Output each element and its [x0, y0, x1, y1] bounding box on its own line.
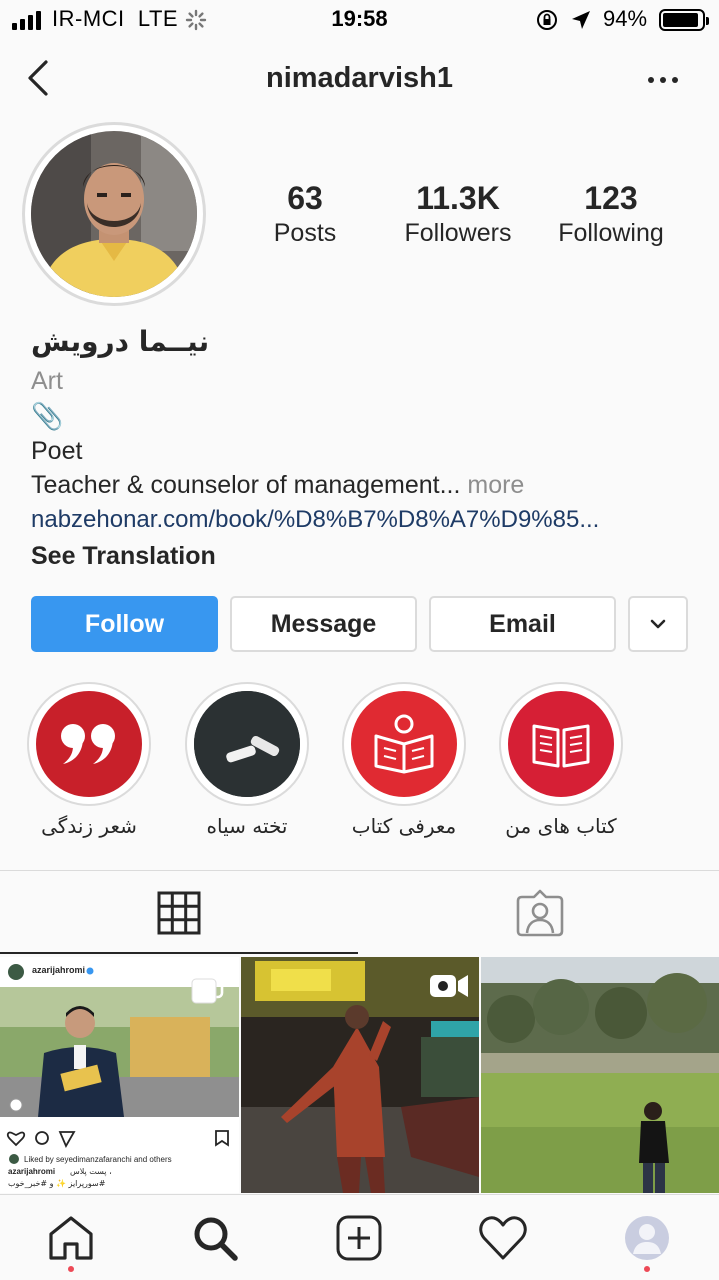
rotation-lock-icon: [537, 10, 557, 30]
profile-username: nimadarvish1: [266, 62, 453, 94]
posts-stat[interactable]: 63 Posts: [240, 180, 370, 248]
tab-grid[interactable]: [0, 872, 358, 954]
quote-icon: [36, 691, 142, 797]
highlight-ring: [185, 682, 309, 806]
message-button[interactable]: Message: [230, 596, 417, 652]
bio-text: Teacher & counselor of management...: [31, 471, 461, 499]
posts-label: Posts: [273, 219, 337, 247]
highlight-label: معرفی کتاب: [351, 814, 457, 838]
bio-line-teacher: Teacher & counselor of management... mor…: [31, 468, 691, 502]
more-options-icon[interactable]: [648, 70, 682, 90]
nav-activity[interactable]: [478, 1213, 528, 1263]
home-icon: [49, 1216, 93, 1260]
highlight-label: تخته سیاه: [206, 814, 288, 838]
profile-activity-dot: [644, 1266, 650, 1272]
grid-icon: [157, 891, 201, 935]
profile-category: Art: [31, 367, 63, 395]
embedded-post-liked-by: Liked by seyedimanzafaranchi and others: [24, 1155, 172, 1164]
posts-count: 63: [287, 180, 323, 216]
avatar-portrait: [31, 131, 197, 297]
status-bar: IR-MCI LTE 19:58 94%: [0, 0, 719, 40]
nav-home[interactable]: [46, 1213, 96, 1263]
nav-profile[interactable]: [622, 1213, 672, 1263]
highlight-ring: [499, 682, 623, 806]
post-tile[interactable]: [481, 957, 719, 1193]
display-name: نیــما درویش: [31, 325, 210, 358]
highlight-poetry-of-life[interactable]: شعر زندگی: [27, 682, 151, 838]
profile-bio: نیــما درویش Art 📎 Poet Teacher & counse…: [31, 320, 691, 574]
bio-line-poet: Poet: [31, 437, 83, 465]
post-tile[interactable]: [241, 957, 479, 1193]
bottom-navigation: [0, 1194, 719, 1280]
highlight-label: کتاب های من: [505, 814, 617, 838]
suggested-dropdown-button[interactable]: [628, 596, 688, 652]
chalk-icon: [194, 691, 300, 797]
post-tile[interactable]: azarijahromi Liked by seyedimanzafaranch…: [0, 957, 239, 1193]
location-arrow-icon: [572, 11, 590, 29]
highlight-my-books[interactable]: کتاب های من: [499, 682, 623, 838]
bio-website-link[interactable]: nabzehonar.com/book/%D8%B7%D8%A7%D9%85..…: [31, 502, 691, 538]
carousel-icon: [191, 971, 224, 1004]
highlight-ring: [27, 682, 151, 806]
search-icon: [194, 1217, 238, 1261]
followers-label: Followers: [404, 219, 512, 247]
highlight-ring: [342, 682, 466, 806]
heart-icon: [479, 1216, 527, 1260]
active-tab-indicator: [0, 952, 358, 954]
highlight-blackboard[interactable]: تخته سیاه: [185, 682, 309, 838]
highlight-book-introduction[interactable]: معرفی کتاب: [342, 682, 466, 838]
tab-tagged[interactable]: [360, 872, 719, 954]
email-button[interactable]: Email: [429, 596, 616, 652]
chevron-down-icon: [650, 619, 666, 629]
nav-new-post[interactable]: [334, 1213, 384, 1263]
embedded-caption-username: azarijahromi: [8, 1167, 56, 1176]
video-camera-icon: [430, 975, 468, 997]
nav-search[interactable]: [190, 1213, 240, 1263]
open-book-icon: [508, 691, 614, 797]
embedded-caption: ، پست پلاس: [70, 1167, 112, 1176]
embedded-post-username: azarijahromi: [32, 965, 86, 975]
profile-avatar[interactable]: [31, 131, 197, 297]
followers-count: 11.3K: [416, 180, 500, 216]
follow-button[interactable]: Follow: [31, 596, 218, 652]
following-count: 123: [584, 180, 638, 216]
plus-square-icon: [336, 1215, 382, 1261]
tagged-person-icon: [516, 889, 563, 937]
profile-stats: 63 Posts 11.3K Followers 123 Following: [228, 180, 708, 260]
tabs-divider: [0, 870, 719, 871]
paperclip-emoji: 📎: [31, 401, 64, 431]
bio-more-link[interactable]: more: [467, 471, 524, 499]
post-thumbnail: [481, 957, 719, 1193]
following-label: Following: [558, 219, 664, 247]
reading-person-icon: [351, 691, 457, 797]
following-stat[interactable]: 123 Following: [546, 180, 676, 248]
battery-icon: [659, 9, 709, 31]
profile-avatar-icon: [625, 1216, 669, 1260]
see-translation-link[interactable]: See Translation: [31, 538, 691, 574]
followers-stat[interactable]: 11.3K Followers: [388, 180, 528, 248]
home-activity-dot: [68, 1266, 74, 1272]
battery-percent: 94%: [603, 6, 648, 31]
highlight-label: شعر زندگی: [41, 814, 137, 838]
embedded-hashtags: #سورپرایز ✨ و #خبر_خوب: [8, 1179, 106, 1188]
